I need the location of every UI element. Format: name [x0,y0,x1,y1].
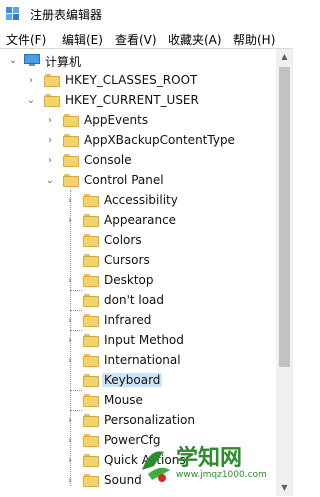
tree-item-label: Desktop [104,273,154,287]
folder-icon [63,154,79,167]
tree-item-computer[interactable]: ⌄ 计算机 [0,51,280,71]
tree-item-label: Personalization [104,413,195,427]
tree-item-infrared[interactable]: › Infrared [0,311,280,331]
folder-icon [83,254,99,267]
menu-bar: 文件(F) 编辑(E) 查看(V) 收藏夹(A) 帮助(H) [0,28,293,48]
collapse-icon[interactable]: ⌄ [8,56,18,66]
scrollbar-thumb[interactable] [279,67,290,367]
tree-item-appevents[interactable]: › AppEvents [0,111,280,131]
tree-item-label: Mouse [104,393,143,407]
folder-icon [83,414,99,427]
folder-icon [83,334,99,347]
tree-item-label: Input Method [104,333,184,347]
folder-icon [83,474,99,487]
expand-icon[interactable]: › [65,356,75,366]
collapse-icon[interactable]: ⌄ [45,176,55,186]
watermark-logo: 学知网 www.jmqz1000.com [138,440,273,490]
tree-item-label: Sound [104,473,142,487]
tree-item-label: Infrared [104,313,152,327]
vertical-scrollbar[interactable]: ▲ ▼ [276,49,293,496]
collapse-icon[interactable]: ⌄ [26,96,36,106]
tree-item-keyboard[interactable]: Keyboard [0,371,280,391]
folder-icon [83,374,99,387]
tree-item-label: Keyboard [102,373,163,387]
tree-item-hkcu[interactable]: ⌄ HKEY_CURRENT_USER [0,91,280,111]
tree-item-personalization[interactable]: › Personalization [0,411,280,431]
folder-icon [63,134,79,147]
tree-item-colors[interactable]: Colors [0,231,280,251]
expand-icon[interactable]: › [65,216,75,226]
expand-icon[interactable]: › [65,316,75,326]
folder-icon [83,194,99,207]
tree-item-accessibility[interactable]: › Accessibility [0,191,280,211]
menu-help[interactable]: 帮助(H) [233,31,275,48]
registry-editor-icon [6,7,19,20]
tree-item-desktop[interactable]: › Desktop [0,271,280,291]
folder-icon [44,94,60,107]
folder-icon [83,234,99,247]
tree-item-label: Colors [104,233,142,247]
expand-icon[interactable]: › [45,136,55,146]
expand-icon[interactable]: › [45,156,55,166]
watermark-text: 学知网 [176,446,243,471]
computer-icon [24,54,40,66]
tree-item-label: Console [84,153,132,167]
tree-item-control-panel[interactable]: ⌄ Control Panel [0,171,280,191]
folder-icon [83,394,99,407]
expand-icon[interactable]: › [65,276,75,286]
scroll-down-icon[interactable]: ▼ [276,480,293,496]
tree-item-input-method[interactable]: › Input Method [0,331,280,351]
tree-item-label: Control Panel [84,173,164,187]
expand-icon[interactable]: › [65,336,75,346]
tree-item-hkcr[interactable]: › HKEY_CLASSES_ROOT [0,71,280,91]
window-title: 注册表编辑器 [30,8,103,22]
folder-icon [44,74,60,87]
tree-item-dont-load[interactable]: don't load [0,291,280,311]
tree-item-label: International [104,353,181,367]
tree-item-appearance[interactable]: › Appearance [0,211,280,231]
tree-item-label: HKEY_CURRENT_USER [65,93,199,107]
tree-item-console[interactable]: › Console [0,151,280,171]
tree-item-label: Appearance [104,213,177,227]
menu-favorites[interactable]: 收藏夹(A) [168,31,222,48]
expand-icon[interactable]: › [65,416,75,426]
tree-item-cursors[interactable]: Cursors [0,251,280,271]
expand-icon[interactable]: › [65,436,75,446]
folder-icon [63,174,79,187]
registry-tree: ⌄ 计算机 › HKEY_CLASSES_ROOT ⌄ HKEY_CURRENT… [0,48,293,497]
folder-icon [83,314,99,327]
folder-icon [83,294,99,307]
menu-view[interactable]: 查看(V) [115,31,157,48]
folder-icon [83,454,99,467]
expand-icon[interactable]: › [45,116,55,126]
tree-item-label: Accessibility [104,193,178,207]
expand-icon[interactable]: › [65,476,75,486]
watermark-url: www.jmqz1000.com [176,470,267,480]
tree-item-label: HKEY_CLASSES_ROOT [65,73,198,87]
menu-edit[interactable]: 编辑(E) [62,31,103,48]
tree-item-label: 计算机 [45,55,82,69]
tree-item-international[interactable]: › International [0,351,280,371]
tree-item-label: Cursors [104,253,150,267]
tree-item-label: AppEvents [84,113,149,127]
scroll-up-icon[interactable]: ▲ [276,49,293,65]
folder-icon [83,354,99,367]
expand-icon[interactable]: › [65,196,75,206]
menu-file[interactable]: 文件(F) [6,31,46,48]
folder-icon [63,114,79,127]
tree-item-mouse[interactable]: Mouse [0,391,280,411]
folder-icon [83,434,99,447]
tree-item-appxbackup[interactable]: › AppXBackupContentType [0,131,280,151]
tree-item-label: don't load [104,293,165,307]
expand-icon[interactable]: › [65,456,75,466]
title-bar: 注册表编辑器 [0,0,293,28]
folder-icon [83,214,99,227]
folder-icon [83,274,99,287]
expand-icon[interactable]: › [26,76,36,86]
tree-item-label: AppXBackupContentType [84,133,235,147]
